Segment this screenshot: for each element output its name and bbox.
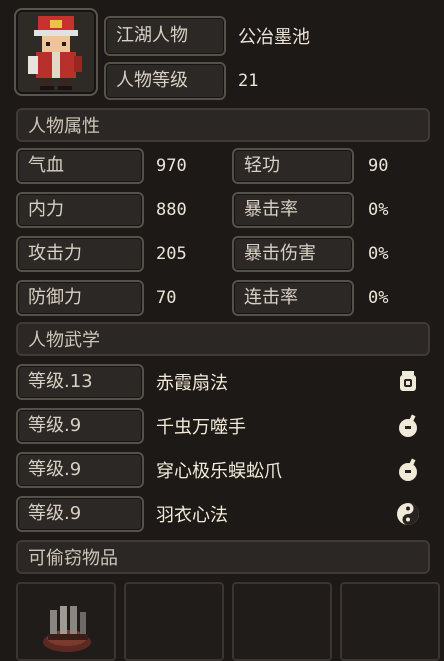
skill-level: 等级.9 — [16, 408, 144, 444]
stealable-items-section-header: 可偷窃物品 — [16, 540, 430, 574]
palm-icon — [394, 412, 422, 440]
palm-icon — [394, 456, 422, 484]
attr-value-hp: 970 — [156, 156, 187, 176]
attr-label-defense: 防御力 — [16, 280, 144, 316]
skill-level: 等级.13 — [16, 364, 144, 400]
claw-glove-icon — [43, 606, 91, 652]
attr-label-crit-rate: 暴击率 — [232, 192, 354, 228]
attr-value-attack: 205 — [156, 244, 187, 264]
attr-value-crit-damage: 0% — [368, 244, 389, 264]
item-slot[interactable] — [16, 582, 116, 661]
attr-label-attack: 攻击力 — [16, 236, 144, 272]
fan-icon — [394, 368, 422, 396]
skill-row[interactable]: 等级.9 穿心极乐蜈蚣爪 — [16, 452, 430, 488]
skill-row[interactable]: 等级.9 千虫万噬手 — [16, 408, 430, 444]
skill-name: 穿心极乐蜈蚣爪 — [156, 461, 282, 482]
attr-value-crit-rate: 0% — [368, 200, 389, 220]
attr-label-agility: 轻功 — [232, 148, 354, 184]
attr-value-inner-power: 880 — [156, 200, 187, 220]
attr-label-crit-damage: 暴击伤害 — [232, 236, 354, 272]
skill-level: 等级.9 — [16, 452, 144, 488]
skill-level: 等级.9 — [16, 496, 144, 532]
attr-value-combo-rate: 0% — [368, 288, 389, 308]
skill-row[interactable]: 等级.13 赤霞扇法 — [16, 364, 430, 400]
skill-name: 赤霞扇法 — [156, 373, 228, 394]
character-portrait-icon — [28, 16, 82, 90]
item-slot[interactable] — [124, 582, 224, 661]
skill-name: 羽衣心法 — [156, 505, 228, 526]
item-slot[interactable] — [340, 582, 440, 661]
avatar — [14, 8, 98, 96]
attributes-section-header: 人物属性 — [16, 108, 430, 142]
name-value: 公冶墨池 — [238, 27, 310, 48]
level-label: 人物等级 — [104, 62, 226, 100]
attr-label-hp: 气血 — [16, 148, 144, 184]
attr-label-inner-power: 内力 — [16, 192, 144, 228]
yin-yang-icon — [394, 500, 422, 528]
name-label: 江湖人物 — [104, 16, 226, 56]
attr-value-defense: 70 — [156, 288, 177, 308]
attr-label-combo-rate: 连击率 — [232, 280, 354, 316]
attr-value-agility: 90 — [368, 156, 389, 176]
skill-row[interactable]: 等级.9 羽衣心法 — [16, 496, 430, 532]
item-slot[interactable] — [232, 582, 332, 661]
name-label-text: 江湖人物 — [116, 25, 188, 46]
martial-arts-section-header: 人物武学 — [16, 322, 430, 356]
level-value: 21 — [238, 71, 259, 91]
character-info-panel: 江湖人物 公冶墨池 人物等级 21 人物属性 气血 970 轻功 90 内力 8… — [0, 0, 444, 661]
skill-name: 千虫万噬手 — [156, 417, 246, 438]
